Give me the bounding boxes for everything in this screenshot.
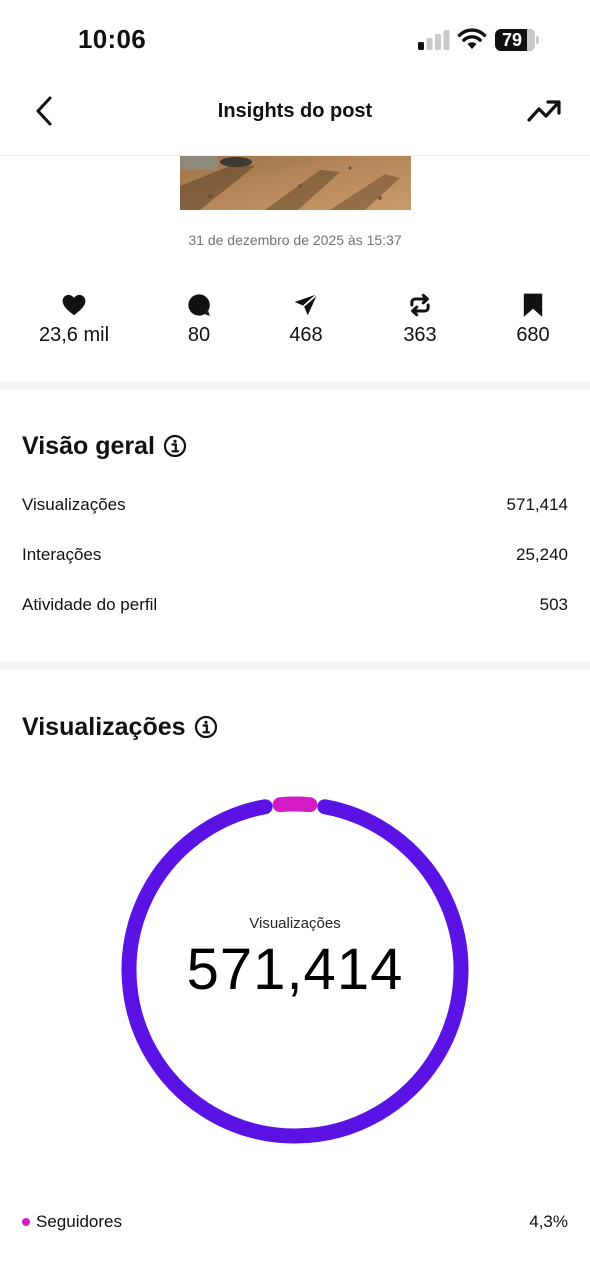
legend-row-followers[interactable]: Seguidores 4,3% <box>22 1212 568 1236</box>
views-title: Visualizações <box>22 713 186 741</box>
stat-value: 680 <box>516 324 550 346</box>
cellular-signal-icon <box>418 30 450 50</box>
stat-value: 80 <box>187 324 211 346</box>
repost-icon <box>410 293 430 317</box>
comment-icon <box>188 294 210 316</box>
stat-value: 23,6 mil <box>38 324 110 346</box>
stat-value: 363 <box>403 324 437 346</box>
overview-row-profile-activity[interactable]: Atividade do perfil 503 <box>22 595 568 619</box>
overview-title: Visão geral <box>22 432 155 460</box>
overview-value: 571,414 <box>506 495 568 514</box>
legend-dot <box>22 1218 30 1226</box>
stat-comments: 80 <box>139 292 259 347</box>
bookmark-icon <box>523 293 543 317</box>
wifi-icon <box>457 28 487 49</box>
section-divider <box>0 382 590 390</box>
overview-label: Atividade do perfil <box>22 595 158 614</box>
post-date: 31 de dezembro de 2025 às 15:37 <box>188 232 402 248</box>
heart-icon <box>62 294 86 316</box>
overview-value: 25,240 <box>516 545 568 564</box>
donut-center-value: 571,414 <box>186 937 404 1002</box>
nav-bar: Insights do post <box>0 80 590 156</box>
status-time: 10:06 <box>78 24 146 54</box>
stat-likes: 23,6 mil <box>14 292 134 347</box>
donut-center-label: Visualizações <box>249 915 341 932</box>
stat-shares: 468 <box>246 292 366 347</box>
status-bar: 10:06 79 <box>0 0 590 80</box>
overview-row-views[interactable]: Visualizações 571,414 <box>22 495 568 519</box>
stat-saves: 680 <box>473 292 590 347</box>
overview-label: Visualizações <box>22 495 126 514</box>
donut-slice-0 <box>272 796 318 813</box>
battery-level: 79 <box>501 30 523 50</box>
battery-icon: 79 <box>495 29 539 51</box>
post-stats: 23,6 mil 80 468 363 680 <box>0 292 590 352</box>
post-thumbnail[interactable] <box>180 156 411 210</box>
page-title: Insights do post <box>217 100 373 122</box>
send-icon <box>294 293 318 316</box>
overview-label: Interações <box>22 545 102 564</box>
overview-value: 503 <box>539 595 568 614</box>
stat-value: 468 <box>289 324 323 346</box>
overview-row-interactions[interactable]: Interações 25,240 <box>22 545 568 569</box>
info-icon[interactable] <box>163 434 187 458</box>
legend-label: Seguidores <box>36 1212 123 1231</box>
trending-up-icon[interactable] <box>526 96 562 126</box>
legend-value: 4,3% <box>529 1212 568 1231</box>
section-divider <box>0 662 590 670</box>
stat-reposts: 363 <box>360 292 480 347</box>
info-icon[interactable] <box>194 715 218 739</box>
